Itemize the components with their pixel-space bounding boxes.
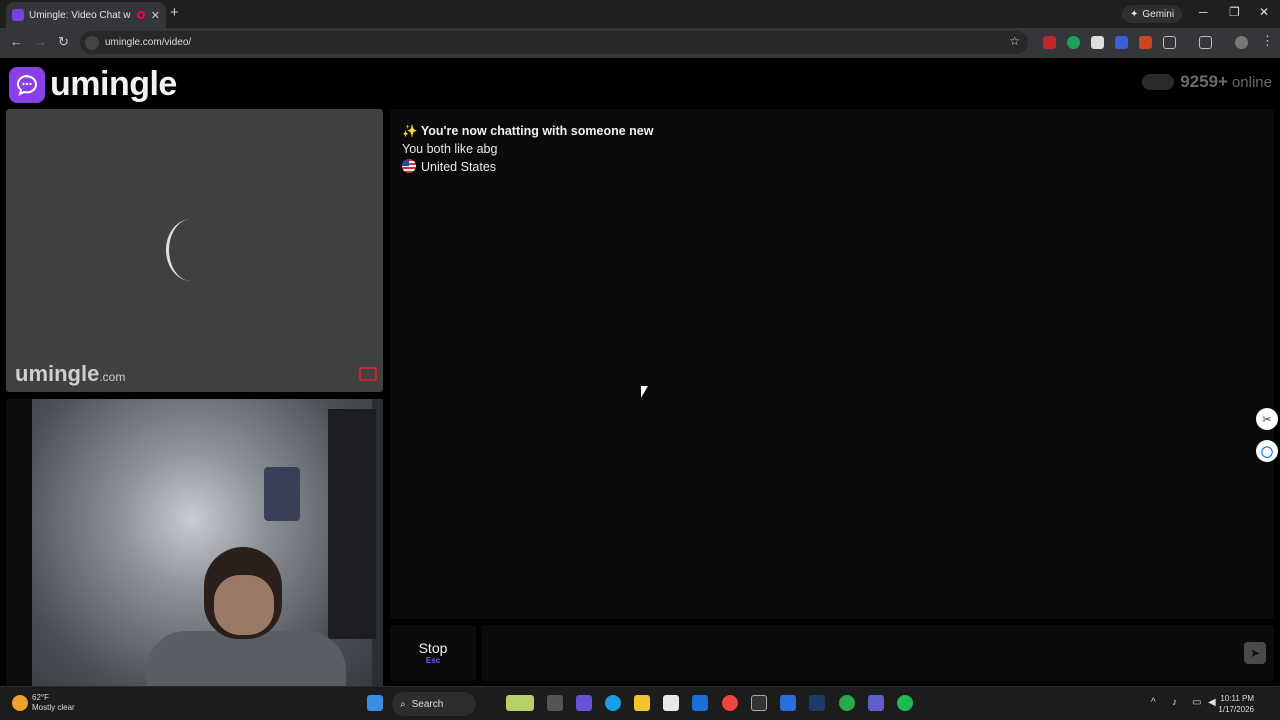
stop-label: Stop: [418, 640, 448, 656]
online-count: 9259+: [1180, 72, 1228, 91]
menu-kebab-icon[interactable]: ⋮: [1261, 33, 1274, 49]
online-label: online: [1231, 73, 1272, 91]
chat-interest-line: You both like abg: [402, 142, 498, 156]
self-video: [6, 399, 383, 686]
temperature: 62°F: [32, 693, 49, 702]
weather-condition: Mostly clear: [32, 703, 75, 712]
weather-icon: [12, 695, 28, 711]
close-tab-icon[interactable]: ✕: [151, 9, 160, 22]
profile-avatar[interactable]: [1235, 36, 1248, 49]
chat-panel: ✨ You're now chatting with someone new Y…: [390, 109, 1274, 619]
umingle-page: umingle 9259+ online umingle.com ✨ You'r…: [0, 58, 1280, 686]
restore-icon[interactable]: ❐: [1229, 5, 1240, 19]
extension-icon[interactable]: [1139, 36, 1152, 49]
steam-icon[interactable]: [809, 695, 825, 711]
search-label: Search: [411, 698, 444, 710]
close-window-icon[interactable]: ✕: [1259, 5, 1269, 19]
clock[interactable]: 10:11 PM 1/17/2026: [1218, 693, 1254, 715]
time: 10:11 PM: [1220, 694, 1254, 703]
mouse-cursor-icon: [641, 386, 648, 398]
remote-watermark: umingle.com: [15, 361, 126, 386]
forward-icon[interactable]: →: [34, 34, 47, 49]
loading-spinner-icon: [166, 219, 216, 281]
chat-assistant-icon[interactable]: ◯: [1256, 440, 1278, 462]
teams-icon[interactable]: [868, 695, 884, 711]
online-counter: 9259+ online: [1142, 72, 1272, 92]
search-icon: ⌕: [400, 698, 406, 710]
adblock-extension-icon[interactable]: [1043, 36, 1056, 49]
grammarly-extension-icon[interactable]: [1067, 36, 1080, 49]
report-flag-icon[interactable]: [359, 367, 377, 381]
chat-status-line: ✨ You're now chatting with someone new: [402, 124, 654, 138]
stop-shortcut: Esc: [425, 656, 441, 665]
weather-widget[interactable]: 62°F Mostly clear: [12, 693, 75, 713]
taskbar-search[interactable]: ⌕ Search: [392, 692, 476, 716]
xbox-icon[interactable]: [839, 695, 855, 711]
tab-title: Umingle: Video Chat with S: [29, 9, 131, 21]
app-icon[interactable]: [751, 695, 767, 711]
online-toggle[interactable]: [1142, 74, 1175, 90]
remote-video: umingle.com: [6, 109, 383, 392]
extension-icon[interactable]: [1115, 36, 1128, 49]
message-input[interactable]: ➤: [482, 625, 1274, 681]
back-icon[interactable]: ←: [10, 34, 23, 49]
tray-chevron-icon[interactable]: ^: [1151, 697, 1156, 708]
gemini-button[interactable]: ✦ Gemini: [1122, 5, 1183, 23]
spotify-icon[interactable]: [897, 695, 913, 711]
extension-icon[interactable]: [1091, 36, 1104, 49]
browser-tab-umingle[interactable]: Umingle: Video Chat with S ✕: [6, 2, 166, 28]
discord-icon[interactable]: [576, 695, 592, 711]
scissors-icon[interactable]: ✂: [1256, 408, 1278, 430]
browser-tabbar: Umingle: Video Chat with S ✕ + ✦ Gemini …: [0, 0, 1280, 28]
store-icon[interactable]: [663, 695, 679, 711]
new-tab-button[interactable]: +: [170, 4, 179, 21]
minimize-icon[interactable]: ─: [1199, 5, 1208, 19]
logo-text: umingle: [50, 65, 177, 103]
app-icon[interactable]: [780, 695, 796, 711]
task-view-icon[interactable]: [547, 695, 563, 711]
edge-icon[interactable]: [605, 695, 621, 711]
address-bar[interactable]: umingle.com/video/ ☆: [80, 31, 1028, 54]
windows-start-icon[interactable]: [367, 695, 383, 711]
chrome-icon[interactable]: [722, 695, 738, 711]
site-info-icon[interactable]: [85, 35, 99, 50]
browser-toolbar: ← → ↻ umingle.com/video/ ☆ ⋮: [0, 28, 1280, 58]
volume-icon[interactable]: ◀: [1208, 697, 1216, 708]
sparkle-icon: ✦: [1130, 8, 1139, 20]
reload-icon[interactable]: ↻: [58, 34, 69, 50]
sparkles-icon: ✨: [402, 124, 418, 138]
chat-bubble-icon: [9, 66, 45, 103]
file-explorer-icon[interactable]: [634, 695, 650, 711]
send-icon[interactable]: ➤: [1244, 642, 1266, 664]
chat-country-line: United States: [402, 158, 1262, 176]
outlook-icon[interactable]: [692, 695, 708, 711]
microphone-icon[interactable]: ♪: [1172, 697, 1177, 708]
recording-icon: [136, 11, 145, 19]
windows-taskbar: 62°F Mostly clear ⌕ Search ^ ♪ ▭ ◀ 10:11 …: [0, 686, 1280, 720]
gemini-label: Gemini: [1142, 8, 1175, 20]
bookmark-star-icon[interactable]: ☆: [1009, 34, 1020, 48]
tulips-widget-icon[interactable]: [506, 695, 534, 711]
stop-button[interactable]: Stop Esc: [390, 625, 476, 681]
umingle-favicon-icon: [12, 9, 24, 21]
us-flag-icon: [402, 159, 416, 173]
extensions-puzzle-icon[interactable]: [1163, 36, 1176, 49]
date: 1/17/2026: [1218, 705, 1254, 714]
umingle-logo[interactable]: umingle: [9, 65, 177, 104]
side-panel-icon[interactable]: [1199, 36, 1212, 49]
self-person-image: [146, 547, 346, 686]
network-icon[interactable]: ▭: [1192, 697, 1201, 708]
url-text: umingle.com/video/: [105, 37, 192, 48]
